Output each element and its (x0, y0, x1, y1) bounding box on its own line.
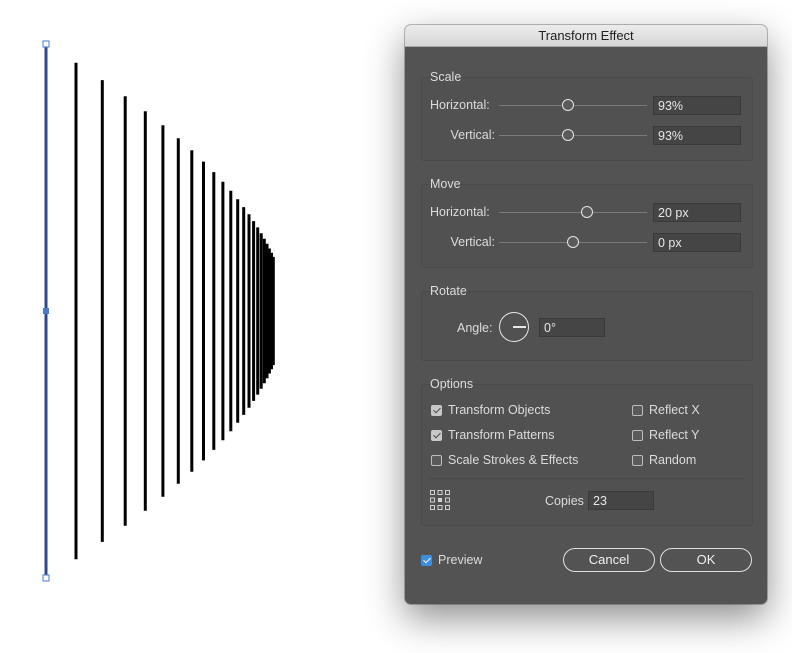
transform-effect-dialog: Transform Effect Scale Horizontal: 93% V… (405, 25, 767, 604)
cancel-button[interactable]: Cancel (563, 548, 655, 572)
selection-handle-bottom[interactable] (42, 574, 50, 582)
rotate-title: Rotate (430, 284, 467, 298)
options-separator (429, 478, 743, 479)
selection-handle-middle[interactable] (43, 308, 49, 314)
scale-group (421, 77, 753, 161)
scale-title: Scale (430, 70, 462, 84)
scale-strokes-checkbox[interactable] (431, 455, 442, 466)
angle-dial[interactable] (499, 312, 529, 342)
angle-field[interactable]: 0° (539, 318, 605, 337)
move-vertical-label: Vertical: (450, 235, 495, 249)
artboard-canvas (42, 40, 275, 582)
copies-field[interactable]: 23 (588, 491, 654, 510)
reflect-y-label[interactable]: Reflect Y (649, 428, 700, 442)
move-vertical-slider-knob[interactable] (567, 236, 579, 248)
scale-horizontal-field[interactable]: 93% (653, 96, 741, 115)
preview-checkbox[interactable] (421, 555, 432, 566)
scale-horizontal-slider-knob[interactable] (562, 99, 574, 111)
move-horizontal-slider[interactable] (499, 212, 647, 213)
preview-label[interactable]: Preview (438, 553, 482, 567)
reflect-y-checkbox[interactable] (632, 430, 643, 441)
selection-handle-top[interactable] (42, 40, 50, 48)
reference-point-icon[interactable] (429, 489, 451, 511)
scale-vertical-field[interactable]: 93% (653, 126, 741, 145)
transform-objects-label[interactable]: Transform Objects (448, 403, 550, 417)
scale-horizontal-label: Horizontal: (430, 98, 490, 112)
angle-label: Angle: (457, 321, 493, 335)
scale-vertical-slider-knob[interactable] (562, 129, 574, 141)
random-label[interactable]: Random (649, 453, 696, 467)
transformed-copies (74, 62, 275, 560)
scale-strokes-label[interactable]: Scale Strokes & Effects (448, 453, 578, 467)
move-vertical-field[interactable]: 0 px (653, 233, 741, 252)
options-title: Options (430, 377, 474, 391)
move-horizontal-label: Horizontal: (430, 205, 490, 219)
reflect-x-checkbox[interactable] (632, 405, 643, 416)
move-horizontal-field[interactable]: 20 px (653, 203, 741, 222)
move-horizontal-slider-knob[interactable] (581, 206, 593, 218)
dialog-title: Transform Effect (405, 25, 767, 47)
scale-vertical-label: Vertical: (450, 128, 495, 142)
transform-objects-checkbox[interactable] (431, 405, 442, 416)
move-group (421, 184, 753, 268)
move-title: Move (430, 177, 461, 191)
transform-patterns-label[interactable]: Transform Patterns (448, 428, 555, 442)
random-checkbox[interactable] (632, 455, 643, 466)
reflect-x-label[interactable]: Reflect X (649, 403, 700, 417)
transform-patterns-checkbox[interactable] (431, 430, 442, 441)
ok-button[interactable]: OK (660, 548, 752, 572)
copies-label: Copies (545, 494, 584, 508)
